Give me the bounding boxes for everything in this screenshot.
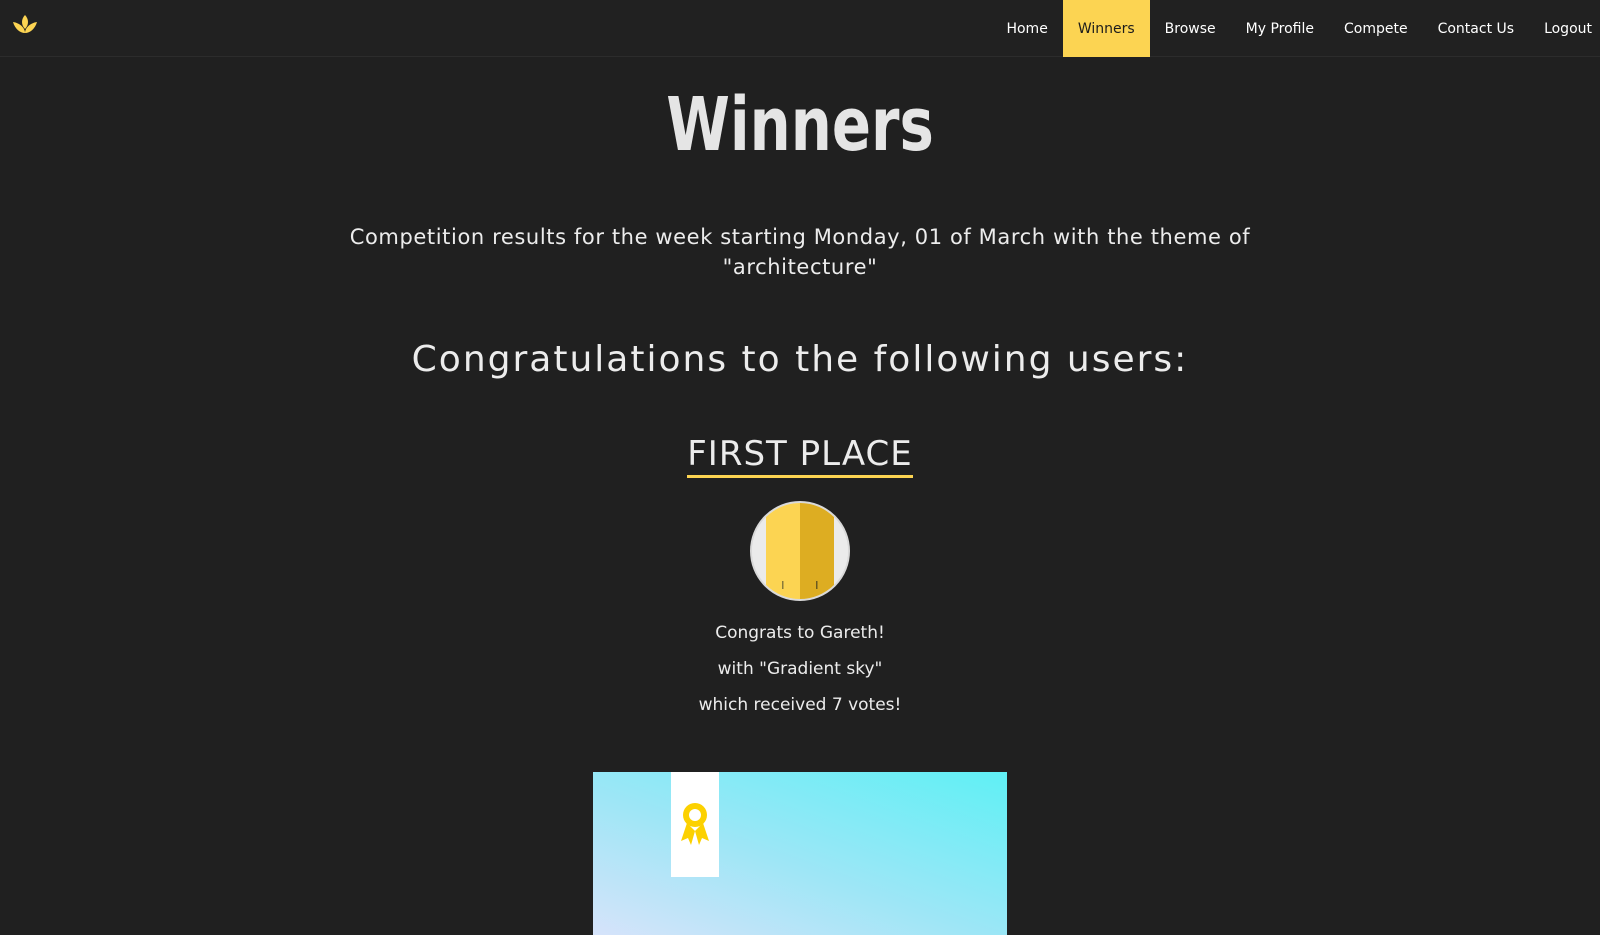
nav-browse[interactable]: Browse (1150, 0, 1231, 57)
nav-compete[interactable]: Compete (1329, 0, 1423, 57)
winner-votes-line: which received 7 votes! (698, 695, 902, 715)
avatar-image (752, 503, 848, 599)
competition-intro: Competition results for the week startin… (349, 225, 1251, 279)
main-nav: Home Winners Browse My Profile Compete C… (991, 0, 1600, 57)
nav-winners[interactable]: Winners (1062, 0, 1150, 57)
winner-details: Congrats to Gareth! with "Gradient sky" … (0, 619, 1600, 727)
page-title: Winners (666, 82, 934, 168)
winning-photo[interactable] (593, 772, 1007, 935)
winner-congrats-line: Congrats to Gareth! (715, 623, 885, 643)
first-place-label: FIRST PLACE (687, 434, 913, 478)
nav-contact-us[interactable]: Contact Us (1423, 0, 1529, 57)
lotus-logo-icon[interactable] (11, 13, 39, 37)
nav-my-profile[interactable]: My Profile (1231, 0, 1329, 57)
congratulations-heading: Congratulations to the following users: (411, 339, 1189, 380)
winner-avatar[interactable] (750, 501, 850, 601)
award-ribbon-icon (681, 803, 709, 845)
nav-logout[interactable]: Logout (1529, 0, 1600, 57)
nav-home[interactable]: Home (991, 0, 1062, 57)
award-ribbon (671, 772, 719, 877)
top-navbar: Home Winners Browse My Profile Compete C… (0, 0, 1600, 57)
winner-photo-title-line: with "Gradient sky" (717, 659, 883, 679)
first-place-heading: FIRST PLACE (0, 434, 1600, 478)
